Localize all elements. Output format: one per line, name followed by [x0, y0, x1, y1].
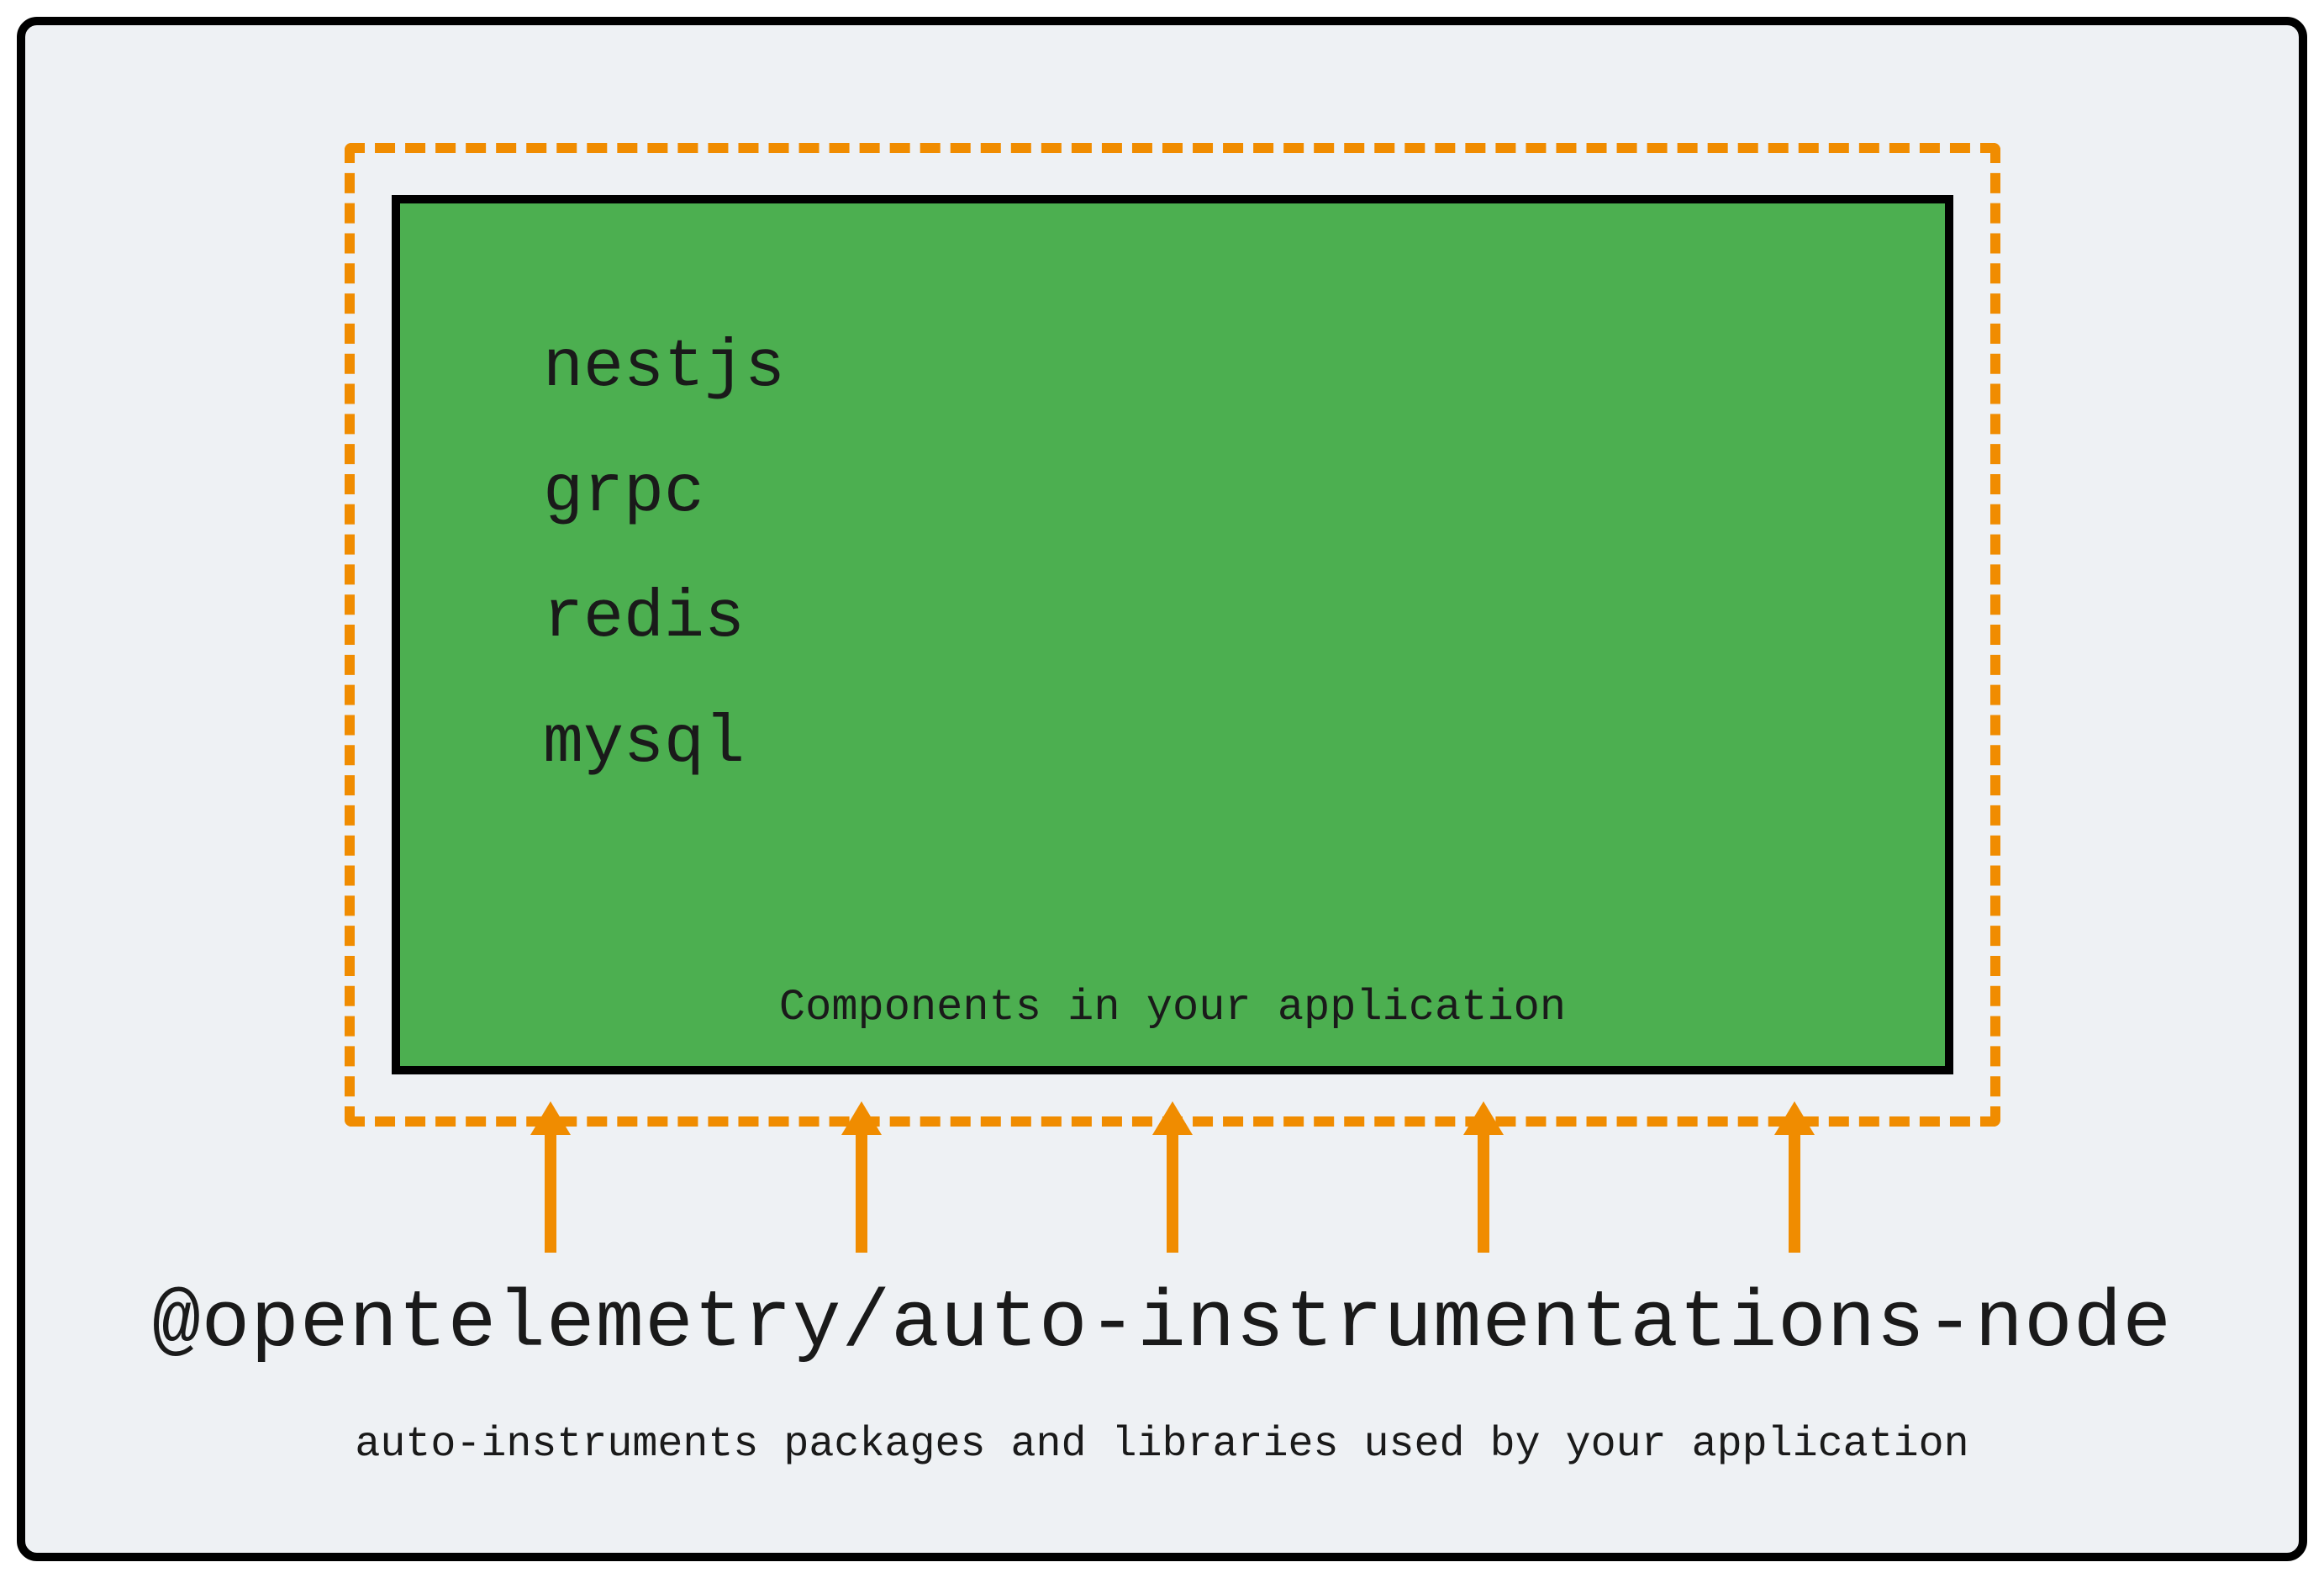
- arrow-up-icon: [525, 1101, 576, 1253]
- components-caption: Components in your application: [400, 983, 1945, 1032]
- component-item: redis: [543, 580, 785, 657]
- outer-frame: nestjs grpc redis mysql Components in yo…: [17, 17, 2307, 1561]
- application-box: nestjs grpc redis mysql Components in yo…: [392, 195, 1953, 1074]
- component-item: mysql: [543, 705, 785, 782]
- package-description: auto-instruments packages and libraries …: [25, 1421, 2299, 1469]
- instrumentation-boundary: nestjs grpc redis mysql Components in yo…: [345, 143, 2000, 1127]
- components-list: nestjs grpc redis mysql: [543, 330, 785, 782]
- arrow-up-icon: [1147, 1101, 1198, 1253]
- arrow-up-icon: [1458, 1101, 1509, 1253]
- package-name: @opentelemetry/auto-instrumentations-nod…: [25, 1278, 2299, 1370]
- component-item: grpc: [543, 455, 785, 531]
- arrow-up-icon: [836, 1101, 887, 1253]
- component-item: nestjs: [543, 330, 785, 406]
- arrow-up-icon: [1769, 1101, 1820, 1253]
- arrows-row: [345, 1101, 2000, 1269]
- diagram-canvas: nestjs grpc redis mysql Components in yo…: [0, 0, 2324, 1578]
